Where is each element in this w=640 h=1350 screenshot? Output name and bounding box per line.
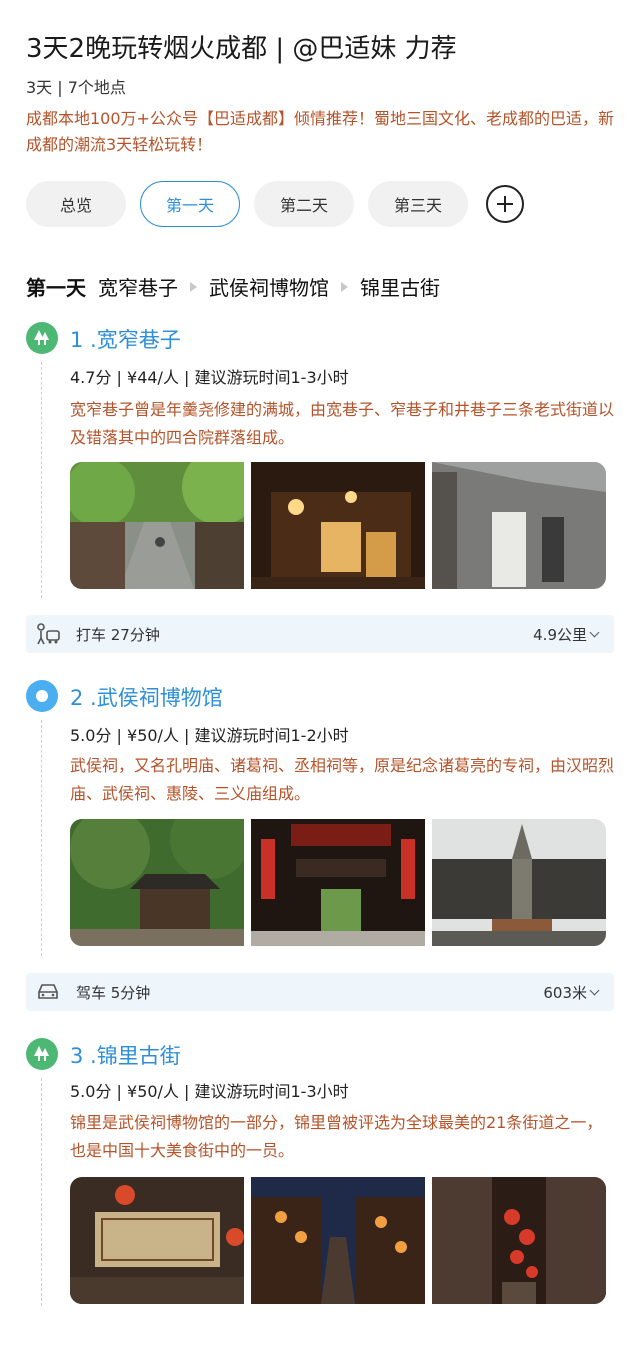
stop-description: 宽窄巷子曾是年羹尧修建的满城，由宽巷子、窄巷子和井巷子三条老式街道以及错落其中的… [70,400,615,447]
stop-stats: 5.0分 | ¥50/人 | 建议游玩时间1-3小时 [70,1082,349,1101]
photo-wall[interactable] [432,462,606,589]
photo-courtyard[interactable] [251,462,425,589]
day-tabs: 总览 第一天 第二天 第三天 [26,181,524,227]
route-day: 第一天 [26,276,86,300]
tree-icon [26,322,58,354]
transit-mode: 驾车 5分钟 [76,983,151,1002]
route-stop[interactable]: 武侯祠博物馆 [209,272,329,301]
taxi-person-icon [34,622,62,646]
stop-name[interactable]: 1 .宽窄巷子 [70,324,181,354]
photo-pavilion[interactable] [70,819,244,946]
page-title: 3天2晚玩转烟火成都 | @巴适妹 力荐 [26,34,457,64]
photo-lantern-alley[interactable] [432,1177,606,1304]
stop-name[interactable]: 2 .武侯祠博物馆 [70,682,223,712]
photo-signboard[interactable] [70,1177,244,1304]
stop-stats: 4.7分 | ¥44/人 | 建议游玩时间1-3小时 [70,368,349,387]
day-route: 第一天 宽窄巷子 武侯祠博物馆 锦里古街 [26,272,440,301]
stop-name[interactable]: 3 .锦里古街 [70,1040,181,1070]
photo-pagoda[interactable] [432,819,606,946]
stop-photos [70,462,606,589]
transit-row[interactable]: 打车 27分钟 4.9公里 [26,615,614,653]
timeline-line [41,362,42,598]
stop-description: 锦里是武侯祠博物馆的一部分，锦里曾被评选为全球最美的21条街道之一，也是中国十大… [70,1113,603,1160]
plus-circle-icon[interactable] [486,185,524,223]
stop-stats: 5.0分 | ¥50/人 | 建议游玩时间1-2小时 [70,726,349,745]
chevron-down-icon [589,627,600,637]
transit-mode: 打车 27分钟 [76,625,160,644]
photo-hall[interactable] [251,819,425,946]
transit-distance: 603米 [543,983,587,1002]
timeline-line [41,1078,42,1306]
transit-distance-toggle[interactable]: 603米 [543,982,600,1003]
tab-day-2[interactable]: 第二天 [254,181,354,227]
photo-night-street[interactable] [251,1177,425,1304]
trip-meta: 3天 | 7个地点 [26,78,126,97]
transit-distance: 4.9公里 [533,625,587,644]
tree-icon [26,1038,58,1070]
chevron-down-icon [589,985,600,995]
transit-distance-toggle[interactable]: 4.9公里 [533,624,600,645]
photo-alley[interactable] [70,462,244,589]
car-icon [34,980,62,1004]
transit-row[interactable]: 驾车 5分钟 603米 [26,973,614,1011]
dot-icon [26,680,58,712]
stop-photos [70,1177,606,1304]
route-arrow-icon [190,281,197,292]
timeline-line [41,720,42,956]
tab-day-1[interactable]: 第一天 [140,181,240,227]
route-stop[interactable]: 宽窄巷子 [98,272,178,301]
trip-description: 成都本地100万+公众号【巴适成都】倾情推荐！蜀地三国文化、老成都的巴适，新成都… [26,109,614,154]
route-stop[interactable]: 锦里古街 [360,272,440,301]
stop-description: 武侯祠，又名孔明庙、诸葛祠、丞相祠等，原是纪念诸葛亮的专祠，由汉昭烈庙、武侯祠、… [70,756,615,803]
route-arrow-icon [341,281,348,292]
tab-day-3[interactable]: 第三天 [368,181,468,227]
tab-overview[interactable]: 总览 [26,181,126,227]
stop-photos [70,819,606,946]
